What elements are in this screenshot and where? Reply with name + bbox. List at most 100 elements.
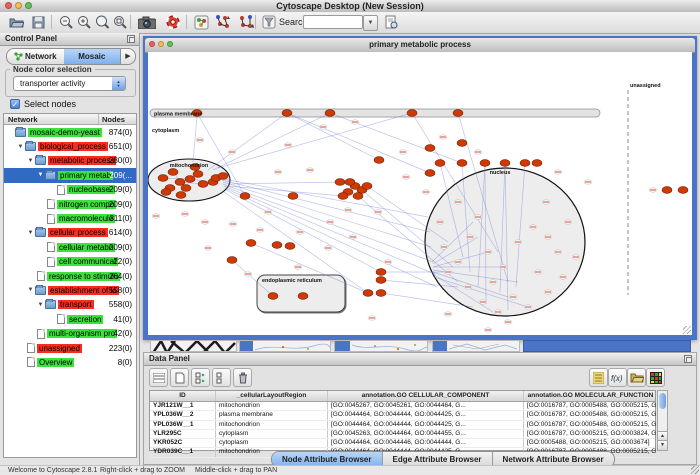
float-panel-icon[interactable]: [127, 35, 135, 43]
background-window-fragment[interactable]: [334, 340, 428, 352]
network-node[interactable]: [325, 110, 335, 117]
network-node[interactable]: [376, 269, 386, 276]
network-node[interactable]: [662, 187, 672, 194]
filter-button[interactable]: [259, 13, 279, 31]
col-header-id[interactable]: ID: [150, 391, 216, 401]
tab-mosaic[interactable]: Mosaic: [64, 49, 121, 64]
table-cell[interactable]: [GO:0044464, GO:0044444, GO:0044425, G..…: [328, 421, 524, 429]
resize-grip-icon[interactable]: [683, 326, 691, 334]
network-node[interactable]: [520, 160, 530, 167]
network-node[interactable]: [198, 181, 208, 188]
network-node[interactable]: [457, 160, 467, 167]
table-cell[interactable]: [GO:0005488, GO:0005215, GO:0003674]: [524, 439, 657, 447]
table-cell[interactable]: [GO:0045263, GO:0044464, GO:0044455, G..…: [328, 430, 524, 438]
save-button[interactable]: [28, 13, 48, 31]
heatmap-button[interactable]: [646, 368, 665, 387]
network-node[interactable]: [453, 110, 463, 117]
tree-row[interactable]: ▼primary metab209(...: [4, 168, 136, 182]
tree-row[interactable]: ▼metabolic process280(0): [4, 154, 136, 168]
network-node[interactable]: [457, 140, 467, 147]
tree-row[interactable]: ▼biological_process651(0): [4, 139, 136, 153]
network-node[interactable]: [227, 257, 237, 264]
advanced-search-button[interactable]: [381, 13, 401, 31]
network-node[interactable]: [298, 293, 308, 300]
network-node[interactable]: [218, 173, 228, 180]
network-node[interactable]: [532, 160, 542, 167]
network-node[interactable]: [175, 179, 185, 186]
network-node[interactable]: [268, 293, 278, 300]
table-scrollbar[interactable]: ▲ ▼: [657, 390, 668, 451]
network-node[interactable]: [353, 193, 363, 200]
background-window-fragment[interactable]: [432, 340, 520, 352]
create-attribute-button[interactable]: [170, 368, 189, 387]
tab-network[interactable]: Network: [7, 49, 64, 64]
minimize-icon[interactable]: [15, 2, 22, 9]
table-cell[interactable]: mitochondrion: [216, 402, 328, 410]
network-node[interactable]: [168, 169, 178, 176]
help-button[interactable]: [163, 13, 183, 31]
tree-row[interactable]: mosaic-demo-yeast874(0): [4, 125, 136, 139]
search-dropdown-button[interactable]: ▼: [363, 15, 378, 31]
col-header-molecular-function[interactable]: annotation.GO MOLECULAR_FUNCTION: [524, 391, 657, 401]
expander-icon[interactable]: ▼: [36, 302, 45, 308]
unselect-all-attributes-button[interactable]: [212, 368, 231, 387]
open-button[interactable]: [6, 13, 26, 31]
network-edge[interactable]: [208, 113, 287, 170]
table-cell[interactable]: cytoplasm: [216, 439, 328, 447]
network-edge[interactable]: [222, 180, 430, 232]
table-cell[interactable]: [GO:0044464, GO:0044444, GO:0044425, G..…: [328, 411, 524, 419]
tree-row[interactable]: Overview8(0): [4, 355, 136, 369]
table-cell[interactable]: [GO:0016787, GO:0005488, GO:0005215, G..…: [524, 402, 657, 410]
table-cell[interactable]: [GO:0045267, GO:0045261, GO:0044464, G..…: [328, 402, 524, 410]
zoom-in-button[interactable]: [74, 13, 94, 31]
table-cell[interactable]: YLR295C: [150, 430, 216, 438]
snapshot-button[interactable]: [135, 13, 159, 31]
network-node[interactable]: [272, 242, 282, 249]
formula-button[interactable]: f(x): [608, 368, 627, 387]
resize-grip-icon[interactable]: [691, 466, 699, 474]
tree-row[interactable]: multi-organism pro42(0): [4, 326, 136, 340]
tree-row[interactable]: cellular metabo209(0): [4, 240, 136, 254]
network-canvas[interactable]: plasma membranecytoplasmmitochondrionnuc…: [148, 52, 692, 335]
table-row[interactable]: YKR052Ccytoplasm[GO:0044464, GO:0044446,…: [150, 439, 655, 448]
tree-row[interactable]: nitrogen compo209(0): [4, 197, 136, 211]
expander-icon[interactable]: ▼: [16, 144, 25, 150]
node-color-dropdown[interactable]: transporter activity ▲▼: [13, 76, 126, 91]
network-node[interactable]: [282, 110, 292, 117]
layout-button-2[interactable]: [236, 13, 256, 31]
network-node[interactable]: [435, 160, 445, 167]
network-node[interactable]: [246, 240, 256, 247]
table-cell[interactable]: [GO:0044464, GO:0044446, GO:0044444, G..…: [328, 439, 524, 447]
vizmapper-button[interactable]: [191, 13, 211, 31]
col-header-cellular-component[interactable]: annotation.GO CELLULAR_COMPONENT: [328, 391, 524, 401]
table-cell[interactable]: [GO:0016787, GO:0005488, GO:0005215, G..…: [524, 411, 657, 419]
table-cell[interactable]: YJR121W__1: [150, 402, 216, 410]
float-panel-icon[interactable]: [684, 355, 692, 363]
tree-row[interactable]: secretion41(0): [4, 312, 136, 326]
tree-row[interactable]: unassigned223(0): [4, 341, 136, 355]
zoom-selected-button[interactable]: [110, 13, 130, 31]
table-cell[interactable]: YPL036W__1: [150, 421, 216, 429]
network-node[interactable]: [176, 192, 186, 199]
network-node[interactable]: [363, 290, 373, 297]
import-attributes-button[interactable]: [627, 368, 646, 387]
delete-attribute-button[interactable]: [233, 368, 252, 387]
tree-col-nodes[interactable]: Nodes: [102, 115, 125, 124]
network-node[interactable]: [185, 176, 195, 183]
network-node[interactable]: [480, 160, 490, 167]
network-node[interactable]: [425, 145, 435, 152]
tree-row[interactable]: response to stimulu264(0): [4, 269, 136, 283]
network-node[interactable]: [161, 189, 171, 196]
table-cell[interactable]: YPL036W__2: [150, 411, 216, 419]
col-header-region[interactable]: _cellularLayoutRegion: [216, 391, 328, 401]
select-nodes-checkbox[interactable]: ✓: [10, 99, 20, 109]
network-node[interactable]: [285, 243, 295, 250]
network-node[interactable]: [345, 179, 355, 186]
attribute-batch-button[interactable]: [589, 368, 608, 387]
network-node[interactable]: [240, 193, 250, 200]
tree-row[interactable]: ▼cellular process614(0): [4, 226, 136, 240]
tree-row[interactable]: macromolecule311(0): [4, 211, 136, 225]
expander-icon[interactable]: ▼: [26, 287, 35, 293]
network-edge[interactable]: [287, 113, 379, 160]
network-node[interactable]: [678, 187, 688, 194]
